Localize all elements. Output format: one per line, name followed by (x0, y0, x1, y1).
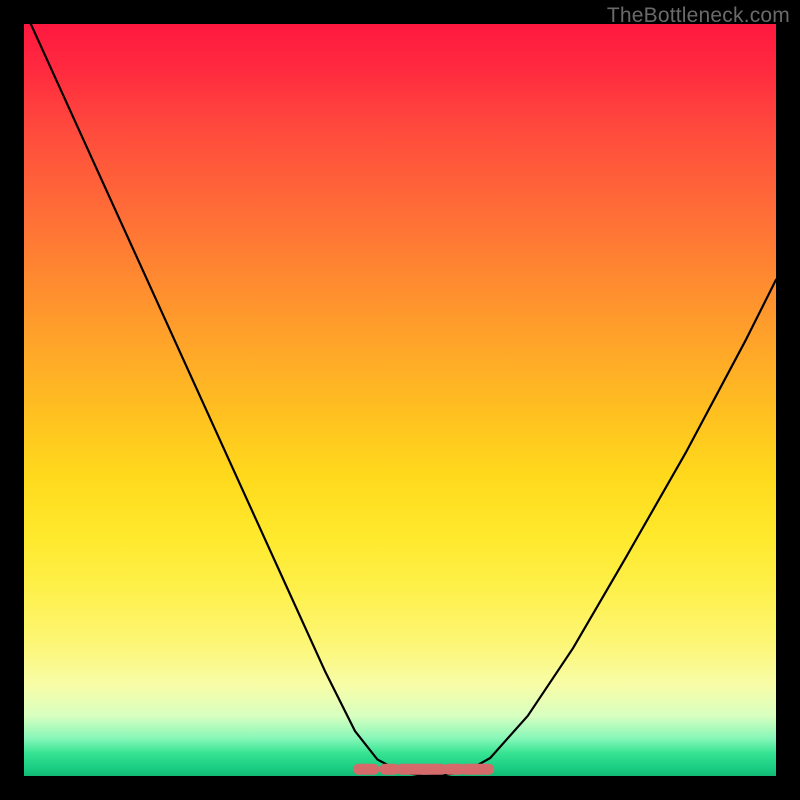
bottleneck-curve (24, 24, 776, 776)
bottom-dash-marker (24, 24, 776, 776)
chart-frame: TheBottleneck.com (0, 0, 800, 800)
plot-area (24, 24, 776, 776)
